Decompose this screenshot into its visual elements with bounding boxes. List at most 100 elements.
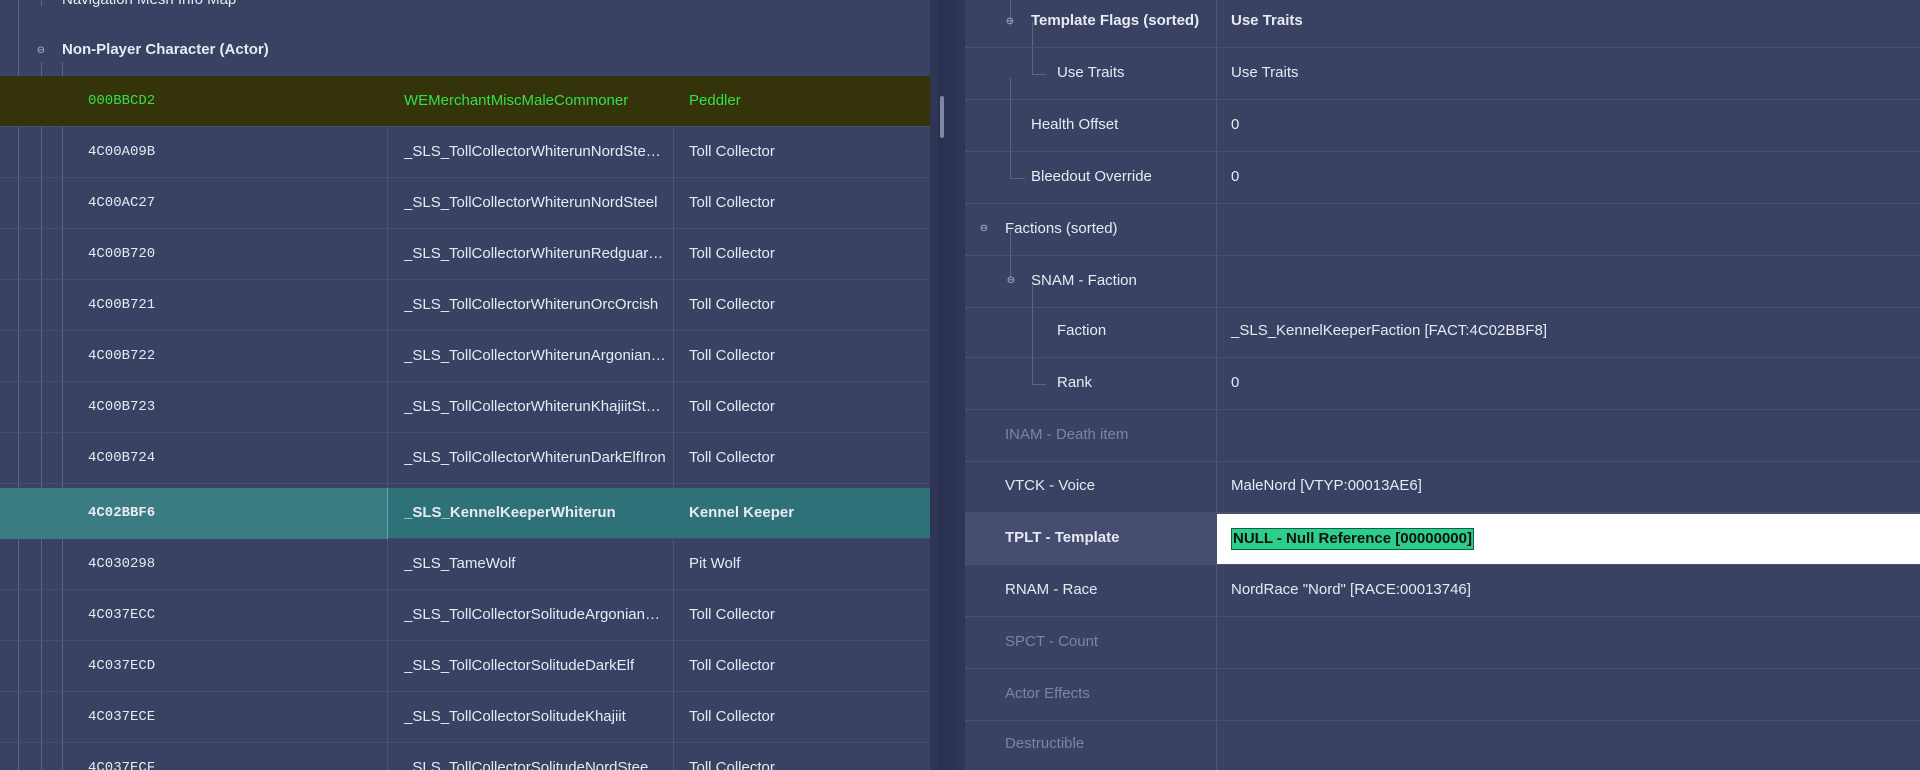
property-row[interactable]: Use Traits Use Traits xyxy=(965,48,1920,100)
table-row[interactable]: 4C00A09B _SLS_TollCollectorWhiterunNordS… xyxy=(0,127,930,178)
editor-id-cell: _SLS_TollCollectorWhiterunArgonianS... xyxy=(404,347,666,364)
property-label: RNAM - Race xyxy=(1005,581,1098,598)
form-id-cell: 000BBCD2 xyxy=(88,93,156,109)
name-cell: Toll Collector xyxy=(689,245,775,262)
table-row[interactable]: 4C00B722 _SLS_TollCollectorWhiterunArgon… xyxy=(0,331,930,382)
name-cell: Toll Collector xyxy=(689,606,775,623)
form-id-cell: 4C00B721 xyxy=(88,297,156,313)
collapse-icon[interactable]: ⊖ xyxy=(978,223,990,235)
table-row[interactable]: 4C030298 _SLS_TameWolf Pit Wolf xyxy=(0,539,930,590)
editor-id-cell: _SLS_TollCollectorWhiterunNordSteel... xyxy=(404,143,666,160)
editor-id-cell: _SLS_TollCollectorSolitudeKhajiit xyxy=(404,708,626,725)
property-label: Bleedout Override xyxy=(1031,168,1152,185)
property-row[interactable]: Rank 0 xyxy=(965,358,1920,410)
tree-group-npc[interactable]: Non-Player Character (Actor) xyxy=(62,25,269,76)
property-label: Actor Effects xyxy=(1005,685,1090,702)
form-id-cell: 4C00A09B xyxy=(88,144,156,160)
table-row[interactable]: 4C00B721 _SLS_TollCollectorWhiterunOrcOr… xyxy=(0,280,930,331)
form-id-cell: 4C037ECD xyxy=(88,658,156,674)
table-row[interactable]: 4C00B724 _SLS_TollCollectorWhiterunDarkE… xyxy=(0,433,930,484)
property-row[interactable]: Destructible xyxy=(965,719,1920,770)
property-label: TPLT - Template xyxy=(1005,529,1120,546)
table-row[interactable]: 000BBCD2 WEMerchantMiscMaleCommoner Pedd… xyxy=(0,76,930,127)
property-label: Rank xyxy=(1057,374,1093,391)
property-row[interactable]: INAM - Death item xyxy=(965,410,1920,462)
editor-id-cell: _SLS_KennelKeeperWhiterun xyxy=(404,504,616,521)
name-cell: Kennel Keeper xyxy=(689,504,795,521)
property-value: NordRace "Nord" [RACE:00013746] xyxy=(1231,581,1471,598)
form-id-cell: 4C00B720 xyxy=(88,246,156,262)
property-row[interactable]: SPCT - Count xyxy=(965,617,1920,669)
property-row[interactable]: Template Flags (sorted) Use Traits xyxy=(965,0,1920,48)
property-label: SNAM - Faction xyxy=(1031,272,1137,289)
property-label: VTCK - Voice xyxy=(1005,477,1096,494)
collapse-icon[interactable]: ⊖ xyxy=(35,45,47,57)
table-row[interactable]: 4C037ECF _SLS_TollCollectorSolitudeNordS… xyxy=(0,743,930,770)
editor-id-cell: _SLS_TollCollectorWhiterunOrcOrcish xyxy=(404,296,659,313)
name-cell: Toll Collector xyxy=(689,708,775,725)
name-cell: Toll Collector xyxy=(689,759,775,770)
editor-id-cell: WEMerchantMiscMaleCommoner xyxy=(404,92,629,109)
property-value: 0 xyxy=(1231,168,1240,185)
form-id-cell: 4C00B723 xyxy=(88,399,156,415)
property-label: Faction xyxy=(1057,322,1107,339)
table-row[interactable]: 4C037ECE _SLS_TollCollectorSolitudeKhaji… xyxy=(0,692,930,743)
collapse-icon[interactable]: ⊖ xyxy=(1005,275,1017,287)
name-cell: Pit Wolf xyxy=(689,555,741,572)
property-label: Use Traits xyxy=(1057,64,1125,81)
property-label: Health Offset xyxy=(1031,116,1119,133)
editor-id-cell: _SLS_TollCollectorWhiterunRedguard... xyxy=(404,245,666,262)
property-row[interactable]: VTCK - Voice MaleNord [VTYP:00013AE6] xyxy=(965,461,1920,513)
editor-id-cell: _SLS_TameWolf xyxy=(404,555,516,572)
property-value: Use Traits xyxy=(1231,64,1299,81)
property-row-selected[interactable]: TPLT - Template NULL - Null Reference [0… xyxy=(965,513,1920,565)
record-view-panel[interactable]: Template Flags (sorted) Use Traits ⊖ Use… xyxy=(965,0,1920,770)
property-row[interactable]: Actor Effects xyxy=(965,669,1920,721)
table-row[interactable]: 4C037ECC _SLS_TollCollectorSolitudeArgon… xyxy=(0,590,930,641)
property-value: Use Traits xyxy=(1231,12,1303,29)
property-row[interactable]: Bleedout Override 0 xyxy=(965,152,1920,204)
form-id-cell: 4C037ECF xyxy=(88,760,156,770)
property-value: MaleNord [VTYP:00013AE6] xyxy=(1231,477,1422,494)
editor-id-cell: _SLS_TollCollectorWhiterunDarkElfIron xyxy=(404,449,666,466)
template-value-selection[interactable]: NULL - Null Reference [00000000] xyxy=(1231,528,1474,550)
property-row[interactable]: SNAM - Faction xyxy=(965,256,1920,308)
tree-group-nav-mesh[interactable]: Navigation Mesh Info Map xyxy=(62,0,236,26)
form-id-cell: 4C00B722 xyxy=(88,348,156,364)
table-row[interactable]: 4C037ECD _SLS_TollCollectorSolitudeDarkE… xyxy=(0,641,930,692)
form-id-cell: 4C037ECE xyxy=(88,709,156,725)
name-cell: Peddler xyxy=(689,92,741,109)
table-row[interactable]: 4C00AC27 _SLS_TollCollectorWhiterunNordS… xyxy=(0,178,930,229)
property-value: _SLS_KennelKeeperFaction [FACT:4C02BBF8] xyxy=(1231,322,1548,339)
editor-id-cell: _SLS_TollCollectorSolitudeNordSteelP... xyxy=(404,759,666,770)
property-label: Template Flags (sorted) xyxy=(1031,12,1200,29)
name-cell: Toll Collector xyxy=(689,143,775,160)
name-cell: Toll Collector xyxy=(689,347,775,364)
collapse-icon[interactable]: ⊖ xyxy=(1004,16,1016,28)
table-row[interactable]: 4C00B720 _SLS_TollCollectorWhiterunRedgu… xyxy=(0,229,930,280)
editor-id-cell: _SLS_TollCollectorSolitudeDarkElf xyxy=(404,657,635,674)
form-id-cell: 4C037ECC xyxy=(88,607,156,623)
form-id-cell: 4C00AC27 xyxy=(88,195,156,211)
property-row[interactable]: Health Offset 0 xyxy=(965,100,1920,152)
form-id-cell: 4C030298 xyxy=(88,556,156,572)
record-tree-panel[interactable]: Navigation Mesh Info Map Non-Player Char… xyxy=(0,0,930,770)
property-row[interactable]: Faction _SLS_KennelKeeperFaction [FACT:4… xyxy=(965,306,1920,358)
editor-id-cell: _SLS_TollCollectorSolitudeArgonianSc... xyxy=(404,606,666,623)
name-cell: Toll Collector xyxy=(689,194,775,211)
property-row[interactable]: Factions (sorted) xyxy=(965,204,1920,256)
property-value: 0 xyxy=(1231,116,1240,133)
property-label: SPCT - Count xyxy=(1005,633,1099,650)
scrollbar-thumb[interactable] xyxy=(940,96,944,138)
property-value: 0 xyxy=(1231,374,1240,391)
property-label: INAM - Death item xyxy=(1005,426,1129,443)
name-cell: Toll Collector xyxy=(689,296,775,313)
property-row[interactable]: RNAM - Race NordRace "Nord" [RACE:000137… xyxy=(965,565,1920,617)
name-cell: Toll Collector xyxy=(689,657,775,674)
form-id-cell: 4C00B724 xyxy=(88,450,156,466)
tree-guide-line xyxy=(41,0,42,6)
form-id-cell: 4C02BBF6 xyxy=(88,505,156,521)
property-label: Factions (sorted) xyxy=(1005,220,1118,237)
table-row[interactable]: 4C00B723 _SLS_TollCollectorWhiterunKhaji… xyxy=(0,382,930,433)
table-row-selected[interactable]: 4C02BBF6 _SLS_KennelKeeperWhiterun Kenne… xyxy=(0,488,930,539)
